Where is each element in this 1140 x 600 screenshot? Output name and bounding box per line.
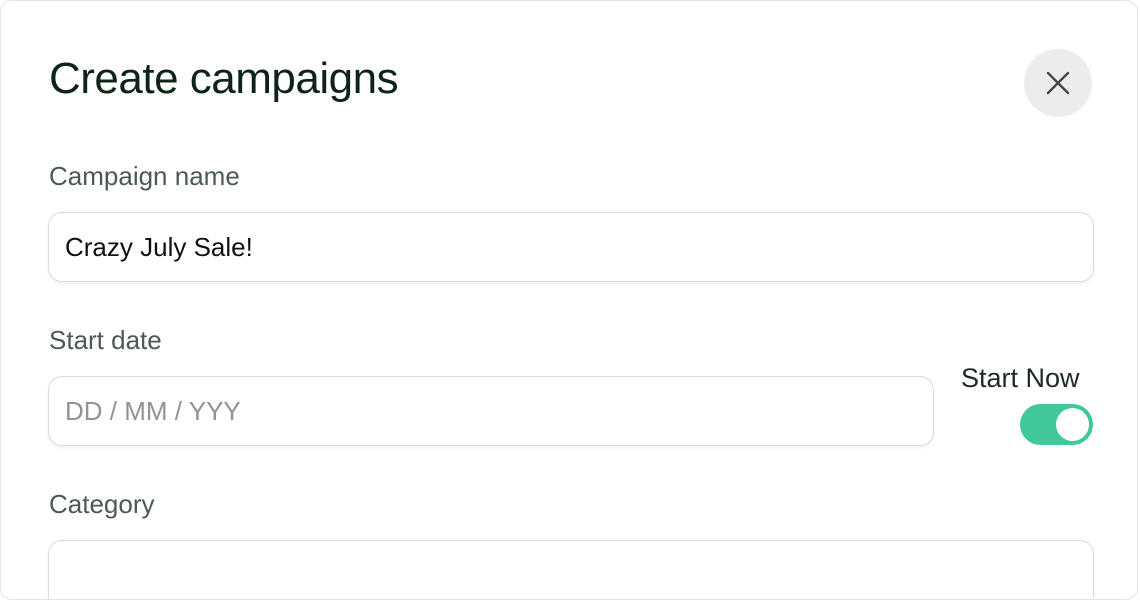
category-label: Category <box>49 489 155 519</box>
create-campaign-dialog: Create campaigns Campaign name Start dat… <box>0 0 1138 600</box>
dialog-title: Create campaigns <box>49 54 399 103</box>
campaign-name-input[interactable] <box>48 212 1094 282</box>
start-now-toggle[interactable] <box>1020 404 1093 445</box>
category-input[interactable] <box>48 540 1094 599</box>
campaign-name-label: Campaign name <box>49 161 240 191</box>
close-button[interactable] <box>1024 49 1092 117</box>
toggle-knob <box>1056 408 1089 441</box>
start-date-label: Start date <box>49 325 162 355</box>
start-date-input[interactable] <box>48 376 934 446</box>
start-now-label: Start Now <box>961 363 1080 393</box>
close-icon <box>1046 71 1070 95</box>
